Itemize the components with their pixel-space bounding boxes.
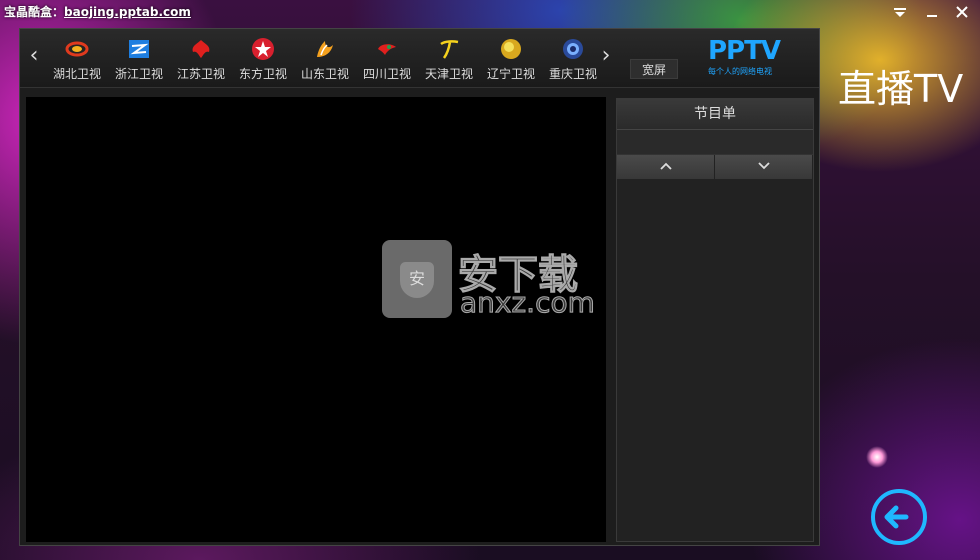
channel-prev-icon[interactable]: ‹ [24,43,44,68]
channel-name: 山东卫视 [300,67,349,81]
channel-item-sichuan[interactable]: 四川卫视 [356,35,418,83]
channel-item-dongfang[interactable]: 东方卫视 [232,35,294,83]
dongfang-logo-icon [232,35,294,63]
window-title-prefix: 宝晶酷盒： [4,5,65,19]
watermark-english: anxz.com [460,286,596,320]
window-title-url[interactable]: baojing.pptab.com [64,5,191,19]
channel-name: 辽宁卫视 [486,67,535,81]
channel-name: 四川卫视 [362,67,411,81]
pptv-logo-text: PPTV [708,36,781,66]
channel-name: 重庆卫视 [548,67,597,81]
channel-name: 湖北卫视 [52,67,101,81]
channel-name: 天津卫视 [424,67,473,81]
window-title: 宝晶酷盒：baojing.pptab.com [4,3,191,20]
program-guide-current [617,130,813,155]
chevron-up-icon[interactable] [617,155,715,179]
watermark-shield-icon: 安 [400,262,434,298]
channel-item-hubei[interactable]: 湖北卫视 [46,35,108,83]
chevron-down-icon[interactable] [715,155,813,179]
program-guide-nav [617,155,813,179]
close-button[interactable] [949,4,975,24]
channel-name: 江苏卫视 [176,67,225,81]
chongqing-logo-icon [542,35,604,63]
channel-item-shandong[interactable]: 山东卫视 [294,35,356,83]
sparkle-decoration [866,446,888,468]
channel-bar: ‹ 湖北卫视 浙江卫视 江苏卫视 东方卫视 山东卫视 四川卫视 天津卫视 辽宁卫… [20,29,819,88]
program-guide-panel: 节目单 [616,98,814,542]
hubei-logo-icon [46,35,108,63]
shandong-logo-icon [294,35,356,63]
back-arrow-icon[interactable] [870,488,928,546]
channel-name: 浙江卫视 [114,67,163,81]
watermark: 安 安下载 anxz.com [382,236,602,320]
zhejiang-logo-icon [108,35,170,63]
channel-item-tianjin[interactable]: 天津卫视 [418,35,480,83]
pptv-slogan: 每个人的网络电视 [708,67,772,76]
channel-item-chongqing[interactable]: 重庆卫视 [542,35,604,83]
pptv-logo: PPTV 每个人的网络电视 [708,37,792,81]
minimize-button[interactable] [919,4,945,24]
sichuan-logo-icon [356,35,418,63]
tianjin-logo-icon [418,35,480,63]
side-title: 直播TV [838,67,964,111]
watermark-bag-icon: 安 [382,240,452,318]
channel-name: 东方卫视 [238,67,287,81]
widescreen-button[interactable]: 宽屏 [630,59,678,79]
liaoning-logo-icon [480,35,542,63]
channel-item-zhejiang[interactable]: 浙江卫视 [108,35,170,83]
channel-item-jiangsu[interactable]: 江苏卫视 [170,35,232,83]
channel-item-liaoning[interactable]: 辽宁卫视 [480,35,542,83]
jiangsu-logo-icon [170,35,232,63]
channel-next-icon[interactable]: › [596,43,616,68]
program-guide-title: 节目单 [617,99,813,130]
menu-dropdown-icon[interactable] [887,4,913,24]
